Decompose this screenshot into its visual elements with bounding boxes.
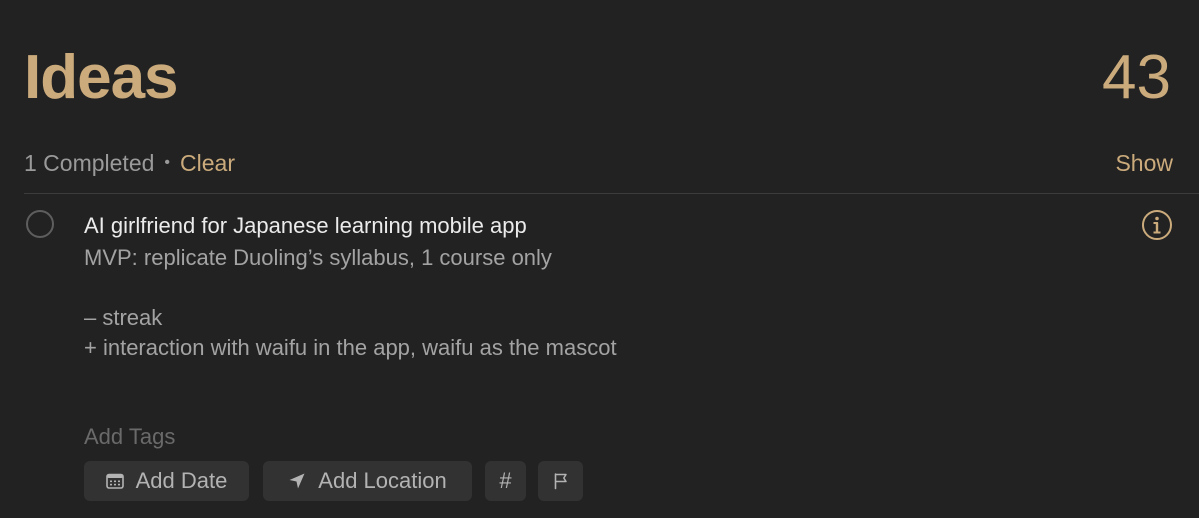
- add-location-button[interactable]: Add Location: [263, 461, 472, 501]
- flag-icon: [552, 472, 570, 490]
- completed-bar: 1 Completed • Clear Show: [24, 148, 1173, 178]
- reminders-list-view: Ideas 43 1 Completed • Clear Show AI gir…: [0, 0, 1199, 518]
- add-date-button[interactable]: Add Date: [84, 461, 249, 501]
- flag-button[interactable]: [538, 461, 583, 501]
- separator-dot: •: [164, 154, 171, 171]
- reminder-notes[interactable]: MVP: replicate Duoling’s syllabus, 1 cou…: [84, 243, 617, 363]
- complete-checkbox[interactable]: [26, 210, 54, 238]
- add-location-label: Add Location: [318, 468, 447, 493]
- reminder-title[interactable]: AI girlfriend for Japanese learning mobi…: [84, 211, 527, 241]
- list-title: Ideas: [24, 43, 179, 112]
- reminder-count: 43: [1102, 43, 1171, 112]
- hashtag-icon: #: [499, 468, 512, 493]
- show-completed-button[interactable]: Show: [1115, 150, 1173, 177]
- add-tag-button[interactable]: #: [485, 461, 526, 501]
- completed-count: 1 Completed: [24, 149, 155, 176]
- add-tags-field[interactable]: Add Tags: [84, 422, 175, 452]
- add-date-label: Add Date: [135, 468, 228, 493]
- divider: [24, 193, 1199, 194]
- location-arrow-icon: [288, 472, 306, 490]
- clear-completed-button[interactable]: Clear: [180, 150, 235, 177]
- info-circle-icon[interactable]: [1141, 209, 1173, 241]
- calendar-icon: [105, 473, 124, 489]
